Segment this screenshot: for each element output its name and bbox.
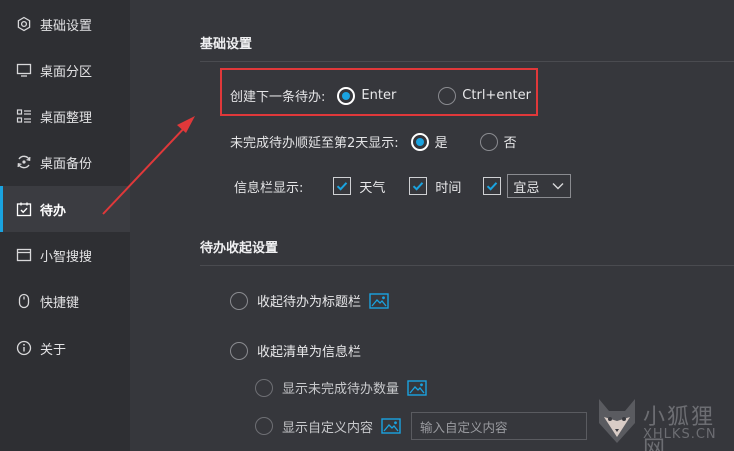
sidebar-item-desktop-organize[interactable]: 桌面整理 — [0, 93, 130, 139]
radio-show-custom-label: 显示自定义内容 — [282, 420, 374, 436]
sidebar-item-label: 桌面备份 — [40, 156, 93, 172]
sidebar-item-desktop-backup[interactable]: 桌面备份 — [0, 139, 130, 185]
backup-icon — [16, 154, 32, 170]
radio-collapse-titlebar[interactable] — [230, 291, 248, 310]
show-count-row: 显示未完成待办数量 — [255, 378, 427, 397]
sidebar-item-label: 快捷键 — [40, 295, 80, 311]
custom-content-input[interactable]: 输入自定义内容 — [411, 412, 588, 440]
check-icon — [487, 182, 498, 191]
watermark-cn: 小狐狸网 — [643, 405, 716, 451]
image-preview-icon[interactable] — [407, 379, 427, 396]
sidebar-item-about[interactable]: 关于 — [0, 325, 130, 371]
sidebar-item-shortcuts[interactable]: 快捷键 — [0, 278, 130, 324]
radio-show-custom[interactable] — [255, 417, 273, 435]
mouse-icon — [16, 293, 32, 309]
watermark-en: XHLKS.CN — [643, 427, 717, 442]
collapse-titlebar-row: 收起待办为标题栏 — [230, 291, 389, 310]
chevron-down-icon — [552, 183, 564, 190]
checkbox-yiji[interactable] — [483, 177, 502, 195]
settings-main: 基础设置 创建下一条待办: Enter Ctrl+enter 未完成待办顺延至第… — [130, 0, 734, 451]
show-custom-row: 显示自定义内容 输入自定义内容 — [255, 412, 588, 440]
sidebar-item-todo[interactable]: 待办 — [0, 186, 130, 232]
checkbox-weather-label: 天气 — [359, 180, 386, 196]
radio-ctrl-enter-label: Ctrl+enter — [462, 88, 531, 103]
radio-show-count-label: 显示未完成待办数量 — [282, 382, 400, 397]
calendar-check-icon — [16, 201, 32, 217]
monitor-icon — [16, 62, 32, 78]
window-icon — [16, 247, 32, 263]
create-next-todo-label: 创建下一条待办: — [230, 90, 326, 105]
radio-collapse-infobar[interactable] — [230, 341, 248, 360]
radio-ctrl-enter[interactable] — [438, 86, 457, 105]
radio-postpone-no-label: 否 — [503, 136, 517, 151]
sidebar-item-basic-settings[interactable]: 基础设置 — [0, 1, 130, 47]
check-icon — [413, 182, 424, 191]
infobar-select[interactable]: 宜忌 — [507, 174, 572, 198]
radio-enter-label: Enter — [361, 88, 397, 103]
sidebar-item-label: 桌面分区 — [40, 64, 93, 80]
watermark: 小狐狸网 XHLKS.CN — [595, 395, 734, 451]
check-icon — [337, 182, 348, 191]
infobar-select-value: 宜忌 — [513, 180, 540, 196]
collapse-infobar-row: 收起清单为信息栏 — [230, 341, 361, 360]
postpone-row: 未完成待办顺延至第2天显示: 是 否 — [230, 132, 517, 151]
radio-postpone-no[interactable] — [479, 132, 498, 151]
section-title-basic: 基础设置 — [200, 37, 253, 52]
gear-icon — [16, 16, 32, 32]
sidebar-item-label: 基础设置 — [40, 18, 93, 34]
radio-collapse-infobar-label: 收起清单为信息栏 — [257, 345, 362, 360]
section-title-collapse: 待办收起设置 — [200, 241, 279, 256]
sidebar-item-label: 桌面整理 — [40, 110, 93, 126]
sidebar-item-xiaozhi-search[interactable]: 小智搜搜 — [0, 232, 130, 278]
list-icon — [16, 108, 32, 124]
infobar-row: 信息栏显示: 天气 时间 宜忌 — [234, 174, 572, 198]
radio-enter[interactable] — [337, 86, 356, 105]
radio-postpone-yes[interactable] — [410, 132, 429, 151]
sidebar-item-label: 待办 — [40, 203, 67, 219]
create-next-todo-row: 创建下一条待办: Enter Ctrl+enter — [230, 86, 531, 105]
radio-collapse-titlebar-label: 收起待办为标题栏 — [257, 295, 362, 310]
image-preview-icon[interactable] — [381, 418, 401, 434]
postpone-label: 未完成待办顺延至第2天显示: — [230, 136, 399, 151]
sidebar-item-label: 关于 — [40, 342, 67, 358]
sidebar-item-desktop-partition[interactable]: 桌面分区 — [0, 47, 130, 93]
checkbox-time[interactable] — [409, 177, 428, 195]
radio-postpone-yes-label: 是 — [434, 136, 448, 151]
sidebar-item-label: 小智搜搜 — [40, 249, 93, 265]
info-icon — [16, 340, 32, 356]
checkbox-time-label: 时间 — [435, 180, 462, 196]
checkbox-weather[interactable] — [333, 177, 352, 195]
image-preview-icon[interactable] — [369, 292, 389, 309]
radio-show-count[interactable] — [255, 378, 273, 397]
infobar-label: 信息栏显示: — [234, 180, 304, 196]
fox-logo-icon — [599, 399, 635, 443]
section-divider — [200, 61, 734, 62]
section-divider — [200, 265, 734, 266]
sidebar: 基础设置 桌面分区 桌面整理 桌面备份 待办 小智搜搜 快捷键 关于 — [0, 0, 130, 451]
